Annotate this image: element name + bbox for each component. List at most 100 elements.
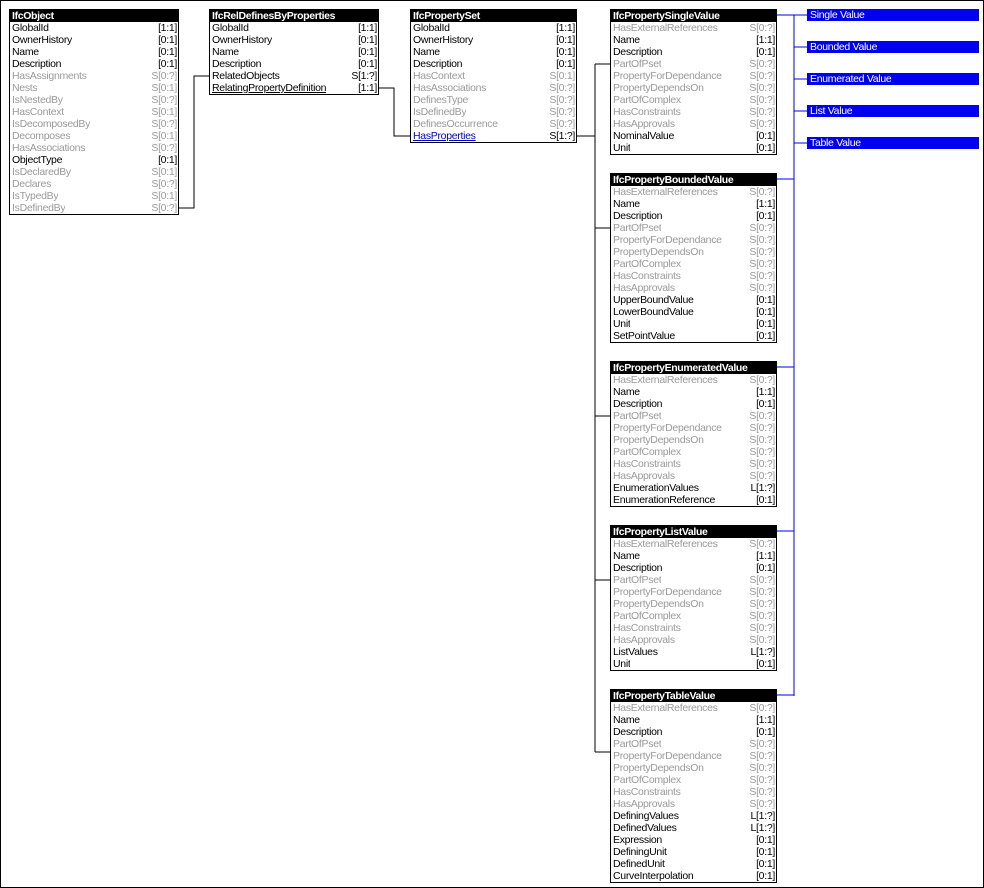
attribute-row: HasAssociations S[0:?] <box>411 82 576 94</box>
attribute-row: PropertyForDependance S[0:?] <box>611 234 776 246</box>
attribute-cardinality: [0:1] <box>756 142 775 154</box>
attribute-row: PartOfPset S[0:?] <box>611 222 776 234</box>
attribute-row: NominalValue [0:1] <box>611 130 776 142</box>
attribute-name: DefinedValues <box>613 822 677 834</box>
attribute-row: IsDefinedBy S[0:?] <box>411 106 576 118</box>
attribute-name: HasApprovals <box>613 118 675 130</box>
attribute-name[interactable]: HasProperties <box>413 130 476 142</box>
attribute-cardinality: [0:1] <box>756 318 775 330</box>
attribute-cardinality: [0:1] <box>756 398 775 410</box>
attribute-row: RelatingPropertyDefinition [1:1] <box>210 82 378 94</box>
attribute-row: HasExternalReferences S[0:?] <box>611 374 776 386</box>
attribute-cardinality: S[0:?] <box>749 774 775 786</box>
attribute-row: HasApprovals S[0:?] <box>611 470 776 482</box>
attribute-row: PropertyForDependance S[0:?] <box>611 422 776 434</box>
attribute-cardinality: S[0:?] <box>151 202 177 214</box>
attribute-row: Name [1:1] <box>611 198 776 210</box>
attribute-cardinality: S[0:?] <box>749 270 775 282</box>
attribute-name: PartOfComplex <box>613 774 681 786</box>
entity-box-ifcpropertyset[interactable]: IfcPropertySet GlobalId [1:1] OwnerHistory [… <box>410 9 577 143</box>
attribute-name: Declares <box>12 178 52 190</box>
attribute-cardinality: [0:1] <box>756 858 775 870</box>
entity-box-ifcreldefinesbyproperties[interactable]: IfcRelDefinesByProperties GlobalId [1:1] Ow… <box>209 9 379 95</box>
attribute-cardinality: [0:1] <box>756 870 775 882</box>
attribute-row: Expression [0:1] <box>611 834 776 846</box>
attribute-row: DefiningUnit [0:1] <box>611 846 776 858</box>
attribute-cardinality: [1:1] <box>756 386 775 398</box>
attribute-cardinality: [0:1] <box>756 494 775 506</box>
attribute-row: Decomposes S[0:1] <box>10 130 178 142</box>
legend-item-enumerated-value[interactable]: Enumerated Value <box>807 73 979 85</box>
attribute-row: HasAssociations S[0:?] <box>10 142 178 154</box>
entity-box-ifcpropertylistvalue[interactable]: IfcPropertyListValue HasExternalReference… <box>610 525 777 671</box>
attribute-cardinality: S[0:?] <box>749 470 775 482</box>
attribute-cardinality: S[0:?] <box>151 70 177 82</box>
entity-box-ifcpropertyboundedvalue[interactable]: IfcPropertyBoundedValue HasExternalRefere… <box>610 173 777 343</box>
entity-box-ifcpropertysinglevalue[interactable]: IfcPropertySingleValue HasExternalReferen… <box>610 9 777 155</box>
attribute-cardinality: [1:1] <box>158 22 177 34</box>
attribute-cardinality: [0:1] <box>756 130 775 142</box>
attribute-name: HasExternalReferences <box>613 374 718 386</box>
attribute-name: GlobalId <box>212 22 249 34</box>
attribute-row: DefinesOccurrence S[0:?] <box>411 118 576 130</box>
attribute-cardinality: S[0:?] <box>749 234 775 246</box>
attribute-cardinality: S[0:?] <box>549 118 575 130</box>
attribute-row: Name [1:1] <box>611 550 776 562</box>
attribute-row: PartOfComplex S[0:?] <box>611 94 776 106</box>
attribute-name: PropertyForDependance <box>613 750 722 762</box>
attribute-row: Unit [0:1] <box>611 142 776 154</box>
attribute-row: IsDecomposedBy S[0:?] <box>10 118 178 130</box>
attribute-row: HasConstraints S[0:?] <box>611 786 776 798</box>
attribute-cardinality: S[0:?] <box>549 94 575 106</box>
attribute-row: Description [0:1] <box>210 58 378 70</box>
attribute-cardinality: S[0:?] <box>151 178 177 190</box>
attribute-cardinality: S[0:?] <box>749 186 775 198</box>
attribute-row: PropertyDependsOn S[0:?] <box>611 598 776 610</box>
wire-isdefinedby-to-relatedobjects <box>179 75 209 209</box>
attribute-row: PartOfPset S[0:?] <box>611 58 776 70</box>
entity-box-ifcpropertyenumeratedvalue[interactable]: IfcPropertyEnumeratedValue HasExternalRef… <box>610 361 777 507</box>
attribute-cardinality: S[0:?] <box>749 738 775 750</box>
entity-title: IfcRelDefinesByProperties <box>210 10 378 22</box>
attribute-cardinality: [1:1] <box>556 22 575 34</box>
attribute-name: OwnerHistory <box>212 34 272 46</box>
attribute-row: DefinedValues L[1:?] <box>611 822 776 834</box>
attribute-cardinality: S[0:?] <box>749 374 775 386</box>
attribute-name: ListValues <box>613 646 658 658</box>
attribute-name: SetPointValue <box>613 330 675 342</box>
attribute-cardinality: S[0:1] <box>151 106 177 118</box>
attribute-row: OwnerHistory [0:1] <box>411 34 576 46</box>
attribute-name: PartOfComplex <box>613 610 681 622</box>
entity-box-ifcpropertytablevalue[interactable]: IfcPropertyTableValue HasExternalReferenc… <box>610 689 777 883</box>
attribute-row: PartOfComplex S[0:?] <box>611 774 776 786</box>
attribute-name: PropertyDependsOn <box>613 598 704 610</box>
attribute-name: GlobalId <box>413 22 450 34</box>
attribute-row: Unit [0:1] <box>611 658 776 670</box>
legend-item-bounded-value[interactable]: Bounded Value <box>807 41 979 53</box>
legend-item-single-value[interactable]: Single Value <box>807 9 979 21</box>
attribute-name: DefinedUnit <box>613 858 665 870</box>
attribute-row: PropertyDependsOn S[0:?] <box>611 246 776 258</box>
attribute-cardinality: [0:1] <box>756 562 775 574</box>
attribute-cardinality: S[1:?] <box>351 70 377 82</box>
attribute-name: PropertyDependsOn <box>613 434 704 446</box>
attribute-name: UpperBoundValue <box>613 294 694 306</box>
attribute-row: Description [0:1] <box>611 562 776 574</box>
diagram-canvas: IfcObject GlobalId [1:1] OwnerHistory [0:1] N… <box>0 0 984 888</box>
attribute-cardinality: S[0:?] <box>549 106 575 118</box>
legend-item-table-value[interactable]: Table Value <box>807 137 979 149</box>
entity-box-ifcobject[interactable]: IfcObject GlobalId [1:1] OwnerHistory [0:1] N… <box>9 9 179 215</box>
attribute-cardinality: S[0:?] <box>749 586 775 598</box>
attribute-cardinality: S[0:?] <box>749 702 775 714</box>
attribute-name: HasAssociations <box>413 82 487 94</box>
attribute-name: HasAssociations <box>12 142 86 154</box>
legend-item-list-value[interactable]: List Value <box>807 105 979 117</box>
attribute-name: DefiningValues <box>613 810 679 822</box>
attribute-cardinality: S[0:?] <box>749 222 775 234</box>
attribute-row: GlobalId [1:1] <box>10 22 178 34</box>
attribute-cardinality: S[0:?] <box>749 70 775 82</box>
attribute-row: Name [1:1] <box>611 34 776 46</box>
attribute-row: CurveInterpolation [0:1] <box>611 870 776 882</box>
attribute-cardinality: S[0:?] <box>749 762 775 774</box>
attribute-cardinality: S[0:?] <box>151 142 177 154</box>
